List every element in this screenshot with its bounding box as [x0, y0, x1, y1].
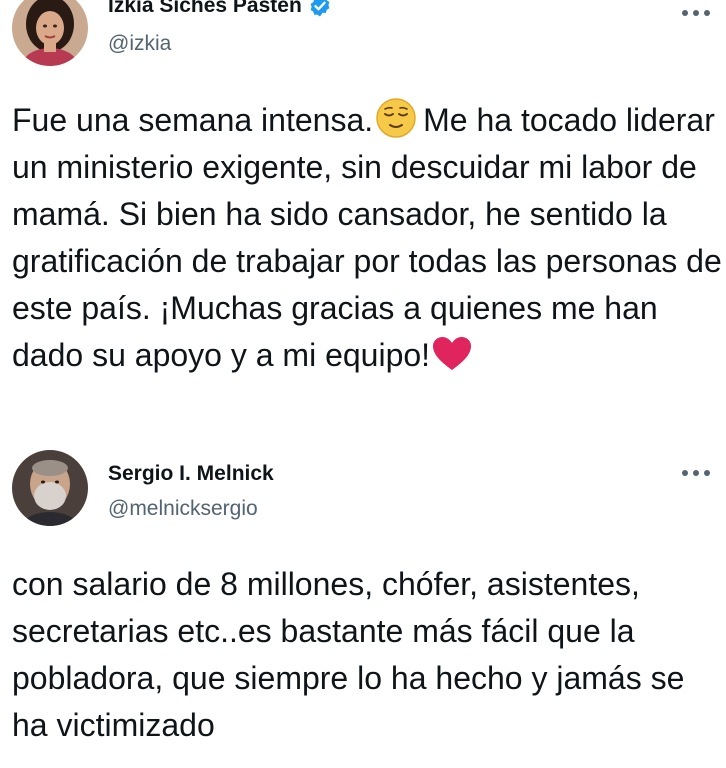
- more-options-icon[interactable]: [680, 8, 712, 18]
- avatar-izkia[interactable]: [12, 0, 88, 66]
- avatar-melnick-image: [12, 450, 88, 526]
- verified-badge-icon: [310, 0, 330, 17]
- tweet-text: Fue una semana intensa. Me ha tocado lide…: [12, 97, 724, 379]
- red-heart-emoji-icon: [433, 337, 472, 370]
- author-row: Izkia Siches Pastén: [108, 0, 332, 18]
- tweet-text-part-1: Fue una semana intensa.: [12, 102, 374, 138]
- avatar-melnick[interactable]: [12, 450, 88, 526]
- tweet-text-part-2: Me ha: [423, 102, 513, 138]
- author-row: Sergio I. Melnick: [108, 462, 274, 486]
- tweet-melnick: Sergio I. Melnick @melnicksergio con sal…: [0, 440, 726, 768]
- avatar-izkia-image: [12, 0, 88, 66]
- tweet-izkia: Izkia Siches Pastén @izkia Fue una seman…: [0, 0, 726, 440]
- relieved-face-emoji-icon: [376, 98, 416, 138]
- tweet-text-part-3: tocado liderar un ministerio exigente, s…: [12, 102, 722, 373]
- more-options-icon[interactable]: [680, 468, 712, 478]
- display-name[interactable]: Sergio I. Melnick: [108, 462, 274, 486]
- handle[interactable]: @melnicksergio: [108, 497, 258, 521]
- handle[interactable]: @izkia: [108, 32, 171, 56]
- tweet-text: con salario de 8 millones, chófer, asist…: [12, 566, 685, 743]
- display-name[interactable]: Izkia Siches Pastén: [108, 0, 302, 18]
